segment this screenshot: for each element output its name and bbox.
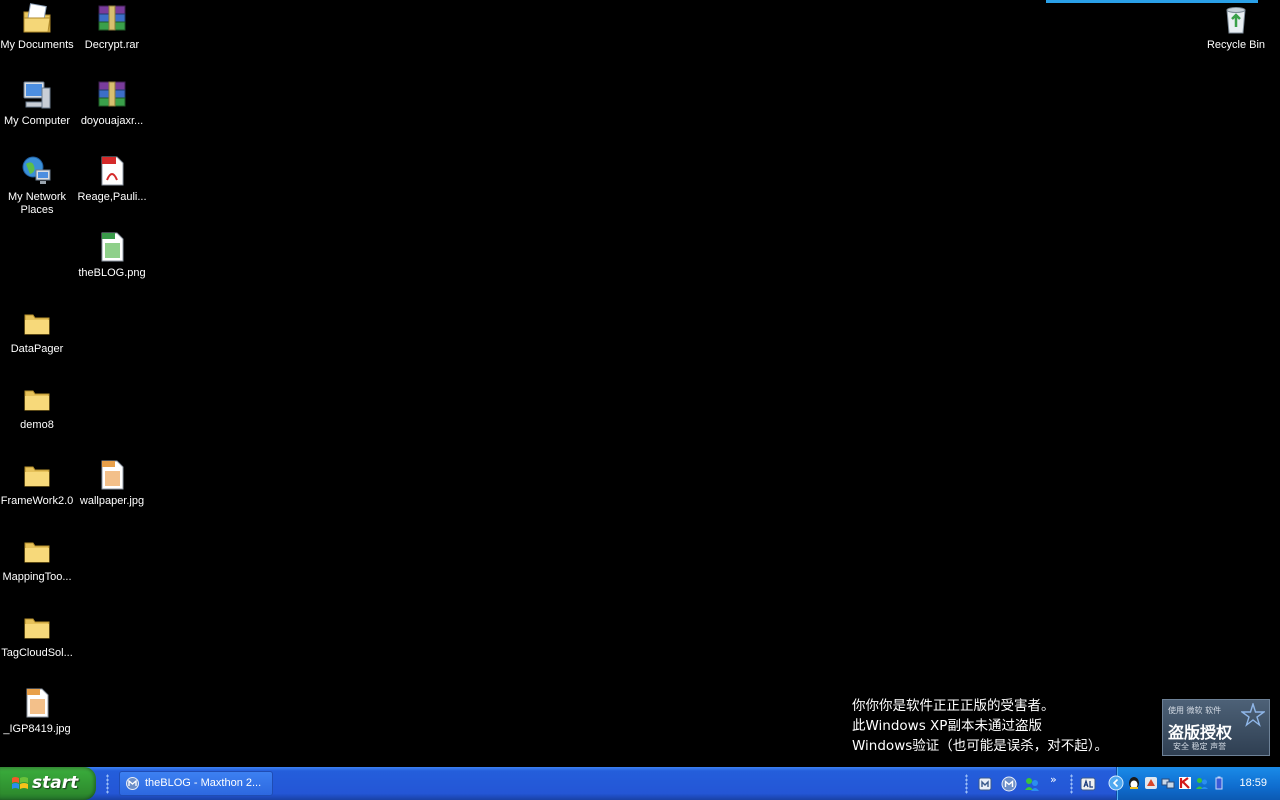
desktop-icon-label: MappingToo... [2,571,72,583]
desktop-icon-decrypt-rar[interactable]: Decrypt.rar [75,2,149,52]
piracy-badge-bottom: 安全 稳定 声誉 [1173,742,1227,751]
folder-icon [24,314,50,335]
desktop-icon-doyouajax[interactable]: doyouajaxr... [75,78,149,128]
tray-collapse-icon[interactable] [1108,775,1124,791]
desktop-icon-label: wallpaper.jpg [79,495,145,507]
pdf-file-icon [101,156,124,186]
my-documents-icon [23,3,51,33]
folder-icon [24,390,50,411]
folder-icon [24,542,50,563]
desktop-icon-framework[interactable]: FrameWork2.0 [0,458,74,508]
quick-launch-overflow[interactable]: » [1050,773,1057,786]
battery-icon[interactable] [1212,776,1226,790]
piracy-badge: 使用 微软 软件 盗版授权 安全 稳定 声誉 [1162,699,1270,756]
desktop-icon-datapager[interactable]: DataPager [0,306,74,356]
desktop: My Documents My Computer My Network Plac… [0,0,1280,767]
toolbar-grip[interactable] [965,774,968,794]
start-button[interactable]: start [0,767,96,800]
desktop-icon-label: doyouajaxr... [80,115,144,127]
desktop-icon-demo8[interactable]: demo8 [0,382,74,432]
desktop-icon-label: My Computer [3,115,71,127]
desktop-icon-recycle-bin[interactable]: Recycle Bin [1199,2,1273,52]
folder-icon [24,466,50,487]
piracy-notice-line: 此Windows XP副本未通过盗版 [852,718,1042,734]
toolbar-grip[interactable] [1070,774,1073,794]
jpg-file-icon [101,460,124,490]
desktop-icon-label: _IGP8419.jpg [3,723,71,735]
desktop-icon-reage-pauli[interactable]: Reage,Pauli... [75,154,149,204]
qq-penguin-icon[interactable] [1127,776,1141,790]
rar-archive-icon [98,5,126,31]
start-label: start [32,773,79,793]
desktop-icon-label: demo8 [20,419,54,431]
input-method-icon[interactable] [1080,776,1096,792]
windows-flag-icon [12,777,28,789]
piracy-notice: 你你你是软件正正正版的受害者。 此Windows XP副本未通过盗版 Windo… [852,696,1108,756]
messenger-tray-icon[interactable] [1195,776,1209,790]
recycle-bin-icon [1226,7,1246,34]
desktop-icon-label: My Documents [0,39,74,51]
network-connection-icon[interactable] [1161,776,1175,790]
taskbar-window-button[interactable]: theBLOG - Maxthon 2... [119,771,273,796]
jpg-file-icon [26,688,49,718]
desktop-icon-label: theBLOG.png [78,267,146,279]
taskbar-window-title: theBLOG - Maxthon 2... [145,777,262,789]
desktop-icon-mapping-tool[interactable]: MappingToo... [0,534,74,584]
quick-launch-app-icon[interactable] [977,776,993,792]
desktop-icon-label: Reage,Pauli... [77,191,147,203]
desktop-icon-theblog-png[interactable]: theBLOG.png [75,230,149,280]
taskbar-clock[interactable]: 18:59 [1239,767,1267,800]
maxthon-icon [126,777,139,790]
quick-launch-messenger-icon[interactable] [1024,776,1040,792]
desktop-icon-my-computer[interactable]: My Computer [0,78,74,128]
antivirus-k-icon[interactable] [1178,776,1192,790]
desktop-icon-label: DataPager [10,343,64,355]
desktop-icon-my-documents[interactable]: My Documents [0,2,74,52]
piracy-notice-line: 你你你是软件正正正版的受害者。 [852,698,1055,714]
desktop-icon-igp8419[interactable]: _IGP8419.jpg [0,686,74,736]
star-icon [1241,703,1265,727]
desktop-icon-label: FrameWork2.0 [0,495,74,507]
desktop-icon-wallpaper[interactable]: wallpaper.jpg [75,458,149,508]
computer-icon [23,81,51,109]
piracy-badge-main: 盗版授权 [1168,723,1233,742]
rar-archive-icon [98,81,126,107]
desktop-icon-label: Decrypt.rar [84,39,140,51]
desktop-icon-tag-cloud[interactable]: TagCloudSol... [0,610,74,660]
system-tray: 18:59 [1108,767,1280,800]
tray-app-icon[interactable] [1144,776,1158,790]
desktop-icon-my-network-places[interactable]: My Network Places [0,154,74,217]
taskbar: start theBLOG - Maxthon 2... » 18:59 [0,767,1280,800]
desktop-icon-label: Recycle Bin [1206,39,1266,51]
quick-launch-maxthon-icon[interactable] [1001,776,1017,792]
toolbar-grip[interactable] [106,774,109,794]
piracy-notice-line: Windows验证（也可能是误杀，对不起）。 [852,738,1109,754]
piracy-badge-top: 使用 微软 软件 [1168,706,1222,715]
network-globe-icon [22,156,51,184]
desktop-icon-label: TagCloudSol... [1,647,73,659]
folder-icon [24,618,50,639]
png-file-icon [101,232,124,262]
desktop-icon-label: My Network Places [7,191,67,216]
